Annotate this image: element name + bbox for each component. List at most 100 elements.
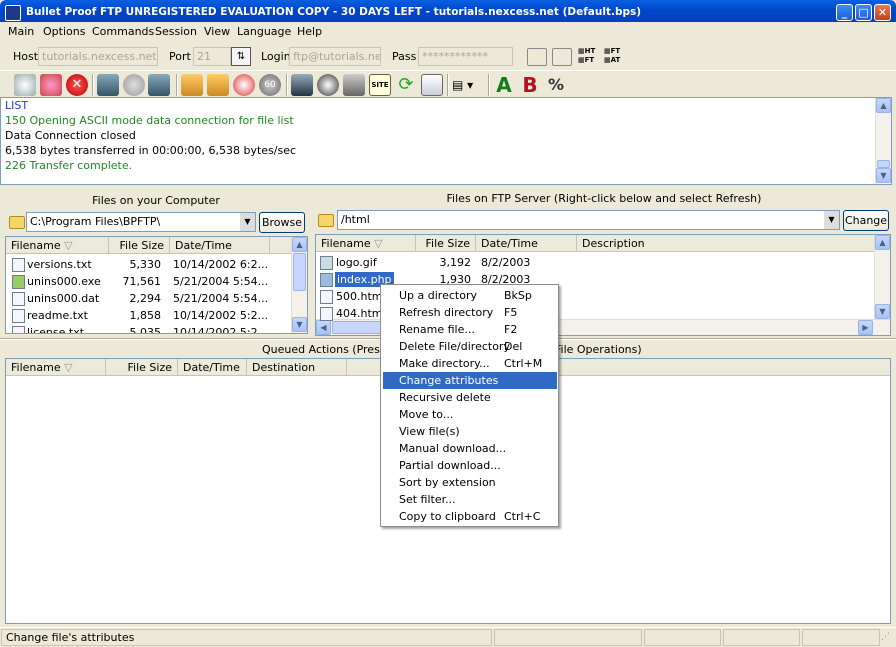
ht-ft-icon[interactable]: ▦HT ▦FT	[578, 47, 600, 67]
download-icon[interactable]	[207, 74, 229, 96]
column-header-date[interactable]: Date/Time	[170, 237, 270, 253]
file-date: 8/2/2003	[481, 256, 531, 269]
column-header-date[interactable]: Date/Time	[178, 359, 247, 375]
close-button[interactable]: ✕	[874, 4, 891, 21]
context-menu-item[interactable]: Delete File/directory Del	[383, 338, 557, 355]
login-field[interactable]: ftp@tutorials.nexc	[289, 47, 381, 66]
find-icon[interactable]	[421, 74, 443, 96]
chevron-down-icon[interactable]: ▼	[240, 213, 255, 231]
column-header-size[interactable]: File Size	[416, 235, 476, 251]
column-header-filename[interactable]: Filename ▽	[316, 235, 416, 251]
context-menu-item[interactable]: Sort by extension	[383, 474, 557, 491]
ascii-icon[interactable]	[123, 74, 145, 96]
host-field[interactable]: tutorials.nexcess.net	[38, 47, 158, 66]
context-menu-label: Change attributes	[399, 374, 499, 387]
column-header-destination[interactable]: Destination	[247, 359, 347, 375]
options-icon[interactable]	[343, 74, 365, 96]
scroll-thumb[interactable]	[293, 253, 306, 291]
column-header-size[interactable]: File Size	[106, 359, 178, 375]
remote-scrollbar[interactable]: ▲ ▼	[874, 235, 890, 319]
file-row[interactable]: readme.txt 1,858 10/14/2002 5:2...	[6, 308, 289, 325]
minimize-button[interactable]: _	[836, 4, 853, 21]
local-file-list[interactable]: Filename ▽ File Size Date/Time ▲ ▼ versi…	[5, 236, 308, 334]
pass-label: Pass	[392, 50, 417, 63]
menu-session[interactable]: Session	[155, 25, 197, 38]
queue-icon[interactable]	[291, 74, 313, 96]
transfer-left-icon[interactable]	[527, 48, 547, 66]
column-header-filename[interactable]: Filename ▽	[6, 359, 106, 375]
percent-icon[interactable]: %	[545, 74, 567, 96]
file-row[interactable]: license.txt 5,035 10/14/2002 5:2...	[6, 325, 289, 333]
scroll-up-icon[interactable]: ▲	[876, 98, 891, 113]
scroll-down-icon[interactable]: ▼	[875, 304, 890, 319]
menu-view[interactable]: View	[204, 25, 230, 38]
resize-grip-icon[interactable]: ⋰	[881, 632, 893, 644]
maximize-button[interactable]: □	[855, 4, 872, 21]
port-toggle-icon[interactable]: ⇅	[231, 47, 251, 66]
scheduler-icon[interactable]	[233, 74, 255, 96]
context-menu-item[interactable]: Rename file... F2	[383, 321, 557, 338]
remote-dir-icon[interactable]	[148, 74, 170, 96]
context-menu-item[interactable]: Change attributes	[383, 372, 557, 389]
column-header-filename[interactable]: Filename ▽	[6, 237, 109, 253]
file-row[interactable]: logo.gif 3,192 8/2/2003	[316, 255, 872, 272]
context-menu-item[interactable]: Make directory... Ctrl+M	[383, 355, 557, 372]
chevron-down-icon[interactable]: ▼	[824, 211, 839, 229]
local-dir-icon[interactable]	[97, 74, 119, 96]
login-label: Login	[261, 50, 291, 63]
local-scrollbar[interactable]: ▲ ▼	[291, 237, 307, 333]
view-mode-icon[interactable]: ▤ ▾	[452, 74, 484, 96]
ft-at-icon[interactable]: ▦FT ▦AT	[604, 47, 626, 67]
context-menu-item[interactable]: Set filter...	[383, 491, 557, 508]
context-menu-item[interactable]: Recursive delete	[383, 389, 557, 406]
browse-button[interactable]: Browse	[259, 212, 305, 233]
context-menu-item[interactable]: Copy to clipboard Ctrl+C	[383, 508, 557, 525]
context-menu-item[interactable]: Move to...	[383, 406, 557, 423]
font-b-icon[interactable]: B	[519, 74, 541, 96]
column-header-description[interactable]: Description	[577, 235, 876, 251]
context-menu-item[interactable]: View file(s)	[383, 423, 557, 440]
menu-commands[interactable]: Commands	[92, 25, 154, 38]
context-menu-label: Refresh directory	[399, 306, 494, 319]
scroll-thumb[interactable]	[877, 160, 890, 168]
status-text: Change file's attributes	[1, 629, 492, 646]
port-field[interactable]: 21	[193, 47, 231, 66]
context-menu-item[interactable]: Manual download...	[383, 440, 557, 457]
change-button[interactable]: Change	[843, 210, 889, 231]
log-scrollbar[interactable]: ▲ ▼	[875, 98, 891, 184]
menu-main[interactable]: Main	[8, 25, 34, 38]
log-line: 6,538 bytes transferred in 00:00:00, 6,5…	[5, 144, 297, 157]
refresh-icon[interactable]: ⟳	[395, 74, 417, 96]
transfer-right-icon[interactable]	[552, 48, 572, 66]
scroll-down-icon[interactable]: ▼	[292, 317, 307, 332]
column-header-date[interactable]: Date/Time	[476, 235, 577, 251]
file-row[interactable]: unins000.dat 2,294 5/21/2004 5:54...	[6, 291, 289, 308]
text-file-icon	[12, 326, 25, 333]
upload-icon[interactable]	[181, 74, 203, 96]
disconnect-icon[interactable]	[40, 74, 62, 96]
file-row[interactable]: versions.txt 5,330 10/14/2002 6:2...	[6, 257, 289, 274]
abort-icon[interactable]: ✕	[66, 74, 88, 96]
font-a-icon[interactable]: A	[493, 74, 515, 96]
scroll-up-icon[interactable]: ▲	[292, 237, 307, 252]
scroll-up-icon[interactable]: ▲	[875, 235, 890, 250]
file-size: 5,330	[129, 258, 162, 271]
menu-options[interactable]: Options	[43, 25, 85, 38]
speed-icon[interactable]	[317, 74, 339, 96]
menu-help[interactable]: Help	[297, 25, 322, 38]
column-header-size[interactable]: File Size	[109, 237, 170, 253]
context-menu-item[interactable]: Up a directory BkSp	[383, 287, 557, 304]
context-menu-shortcut: Ctrl+C	[504, 510, 541, 523]
pass-field[interactable]: ************	[418, 47, 513, 66]
remote-path-field[interactable]: /html ▼	[337, 210, 840, 230]
site-icon[interactable]: SITE	[369, 74, 391, 96]
scroll-down-icon[interactable]: ▼	[876, 168, 891, 183]
port-label: Port	[169, 50, 191, 63]
connect-icon[interactable]	[14, 74, 36, 96]
counter-icon[interactable]: 60	[259, 74, 281, 96]
context-menu-item[interactable]: Partial download...	[383, 457, 557, 474]
menu-language[interactable]: Language	[237, 25, 291, 38]
context-menu-item[interactable]: Refresh directory F5	[383, 304, 557, 321]
file-row[interactable]: unins000.exe 71,561 5/21/2004 5:54...	[6, 274, 289, 291]
local-path-field[interactable]: C:\Program Files\BPFTP\ ▼	[26, 212, 256, 232]
